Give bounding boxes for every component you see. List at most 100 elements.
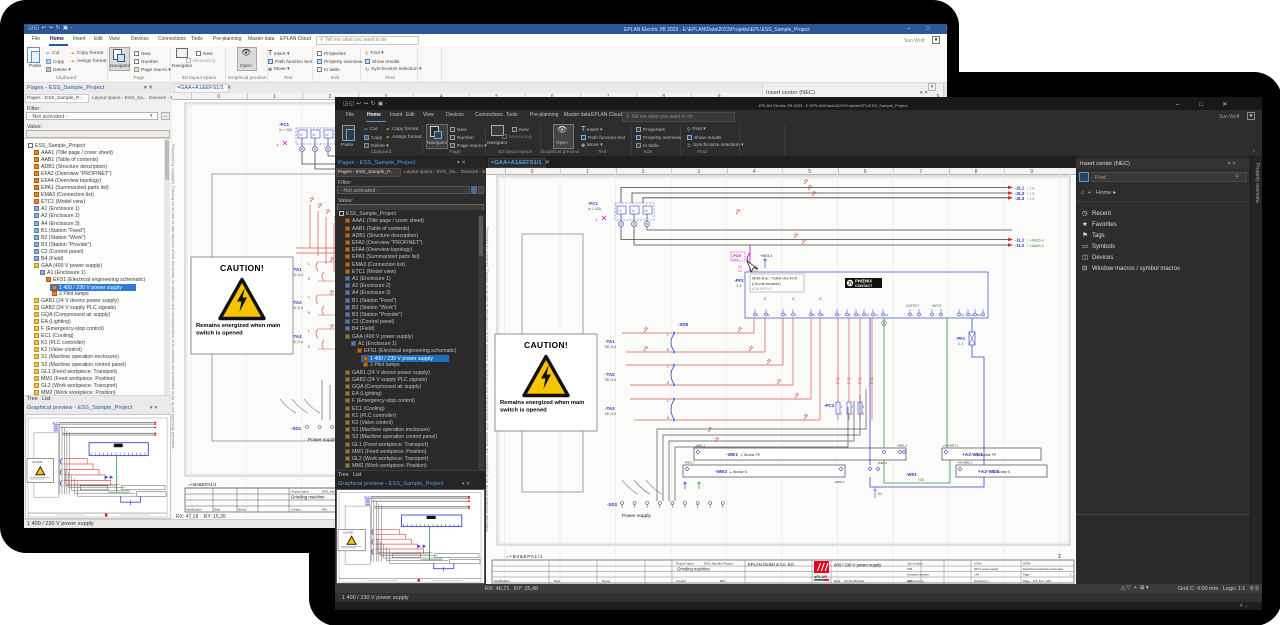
svg-text:-TA3: -TA3 [605, 406, 615, 411]
svg-text:Date 02.06.2022 Ed.: Date 02.06.2022 Ed. [834, 579, 865, 583]
svg-text:+A4: +A4 [974, 573, 979, 577]
svg-text:1: 1 [841, 405, 843, 409]
svg-text:4: 4 [795, 313, 797, 317]
svg-text:14: 14 [738, 269, 742, 273]
svg-text:-XD5: -XD5 [678, 322, 689, 327]
svg-text:L: L [308, 295, 310, 299]
svg-text:5: 5 [813, 313, 815, 317]
svg-text:-PF1: -PF1 [956, 336, 966, 341]
svg-text:K: K [308, 277, 311, 281]
svg-text:K: K [308, 311, 311, 315]
svg-text:Job number: Job number [907, 562, 923, 566]
svg-text:-FC1: -FC1 [588, 201, 598, 206]
svg-text:-WE2.2: -WE2.2 [834, 480, 844, 484]
svg-text:CAUTION: CAUTION [32, 461, 43, 464]
svg-text:Grinding machine: Grinding machine [677, 567, 710, 572]
svg-text:RX: 47,18 RY: 15,26: RX: 47,18 RY: 15,26 [176, 514, 226, 519]
svg-text:+A2-WE2.1: +A2-WE2.1 [957, 461, 973, 465]
svg-text:/ 1.8: / 1.8 [1027, 192, 1034, 196]
svg-text:I2: I2 [792, 297, 795, 301]
svg-text:-WE2.1: -WE2.1 [684, 461, 694, 465]
svg-text:2: 2 [841, 412, 843, 416]
svg-text:/1.4: /1.4 [958, 342, 964, 346]
svg-text:I>: I> [300, 132, 304, 137]
svg-text:1: 1 [863, 405, 865, 409]
svg-text:58 | 5 A: 58 | 5 A [292, 340, 304, 344]
svg-text:INPUT: INPUT [932, 304, 942, 308]
svg-text:2: 2 [1058, 554, 1061, 560]
svg-text:6: 6 [822, 313, 824, 317]
svg-text:/ 1.8: / 1.8 [1027, 197, 1034, 201]
svg-text:B6: B6 [878, 492, 882, 496]
svg-text:-: - [921, 313, 922, 317]
svg-text:-PF1: -PF1 [734, 278, 744, 283]
svg-text:-XD1: -XD1 [607, 502, 618, 507]
svg-text:2: 2 [852, 412, 854, 416]
svg-text:-2L1: -2L1 [52, 421, 58, 425]
svg-text:/ 1.8: / 1.8 [1027, 186, 1034, 190]
svg-text:Remains energized when main: Remains energized when main [500, 400, 585, 406]
svg-text:/ +A6&5.4: / +A6&5.4 [1027, 244, 1044, 248]
svg-text:CAUTION: CAUTION [343, 531, 354, 534]
svg-text:Power supply: Power supply [308, 437, 337, 443]
svg-text:⏚ Busbar PE: ⏚ Busbar PE [740, 452, 761, 457]
svg-text:11: 11 [875, 313, 878, 317]
svg-text:Project name: Project name [291, 490, 309, 494]
svg-text:I>: I> [632, 208, 636, 213]
svg-text:Name: Name [238, 508, 246, 512]
svg-text:K: K [667, 416, 670, 420]
svg-text:I>: I> [326, 132, 330, 137]
svg-text:-XD1: -XD1 [291, 426, 302, 431]
svg-text:400 / 230 V power supply: 400 / 230 V power supply [834, 563, 882, 568]
svg-text:58 | 5 A: 58 | 5 A [292, 273, 304, 277]
svg-text:7: 7 [839, 313, 841, 317]
svg-text:13: 13 [961, 313, 965, 317]
svg-text:I>: I> [619, 208, 623, 213]
svg-text:Power supply: Power supply [622, 513, 651, 519]
svg-text:Electrical engineering schemat: Electrical engineering schematic [1023, 567, 1064, 571]
svg-text:(Circuit breaker): (Circuit breaker) [752, 281, 781, 286]
svg-text:-2L3: -2L3 [1015, 196, 1025, 201]
svg-text:EPL: EPL [322, 508, 328, 512]
svg-text:L: L [308, 329, 310, 333]
svg-text:=+B4&EPA1/1: =+B4&EPA1/1 [188, 482, 217, 487]
svg-text:switch is opened: switch is opened [500, 408, 547, 414]
svg-text:-TA1: -TA1 [605, 339, 615, 344]
svg-text:-W01: -W01 [906, 472, 917, 477]
svg-text:K06: K06 [907, 567, 913, 571]
svg-text:/ +A6&5.4: / +A6&5.4 [1027, 239, 1044, 243]
svg-text:-WE1.1: -WE1.1 [695, 444, 705, 448]
svg-text:Page: Page [1023, 573, 1030, 577]
svg-text:58 | 5 A: 58 | 5 A [605, 378, 617, 382]
svg-text:-PC2: -PC2 [824, 403, 835, 408]
svg-text:/1.8: /1.8 [736, 284, 742, 288]
svg-text:In = 32A: In = 32A [279, 128, 293, 132]
svg-text:+: + [912, 313, 914, 317]
svg-text:I1: I1 [764, 297, 767, 301]
svg-text:2: 2 [768, 313, 770, 317]
svg-text:T: T [595, 218, 598, 223]
svg-text:22: 22 [754, 269, 758, 273]
svg-text:11: 11 [836, 381, 840, 385]
svg-text:-TA2: -TA2 [605, 372, 615, 377]
svg-text:EPL: EPL [720, 579, 726, 583]
svg-text:Project name: Project name [676, 562, 694, 566]
svg-text:Name: Name [602, 579, 610, 583]
svg-text:10: 10 [866, 313, 870, 317]
svg-text:T: T [276, 143, 279, 148]
svg-text:-FC1: -FC1 [279, 122, 289, 127]
svg-text:-WE6.2: -WE6.2 [877, 461, 887, 465]
svg-text:ESS_Sample_Project: ESS_Sample_Project [704, 562, 733, 566]
svg-text:1: 1 [757, 313, 759, 317]
svg-text:3: 3 [785, 313, 787, 317]
svg-text:-WE1: -WE1 [726, 452, 738, 458]
svg-text:58 | 5 A: 58 | 5 A [292, 306, 304, 310]
svg-text:Grinding machine: Grinding machine [291, 495, 325, 500]
svg-text:+W03.4: +W03.4 [760, 254, 772, 258]
svg-text:12: 12 [885, 313, 889, 317]
svg-text:L: L [308, 262, 310, 266]
svg-text:Modification: Modification [186, 508, 202, 512]
svg-text:14: 14 [970, 313, 974, 317]
svg-text:PHŒNIX: PHŒNIX [855, 279, 872, 284]
svg-text:⏚ Busbar N: ⏚ Busbar N [992, 469, 1011, 474]
